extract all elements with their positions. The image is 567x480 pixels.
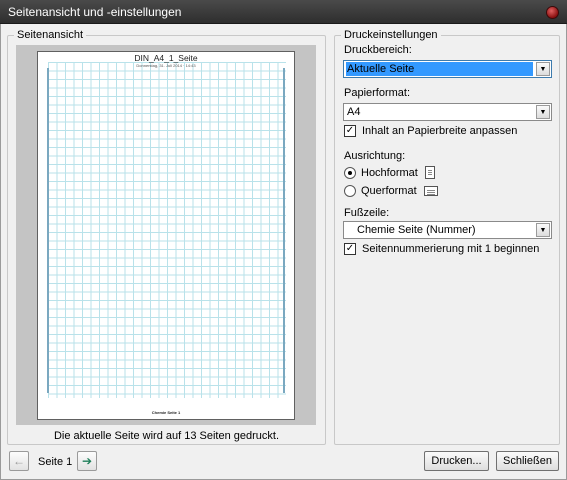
radio-selected-icon[interactable]: [344, 166, 356, 179]
title-bar: Seitenansicht und -einstellungen: [0, 0, 567, 24]
footer-label: Fußzeile:: [344, 207, 390, 219]
fit-width-label: Inhalt an Papierbreite anpassen: [362, 125, 518, 137]
page-footer: Chemie Seite 1: [151, 410, 181, 415]
footer-select[interactable]: Chemie Seite (Nummer) ▼: [343, 221, 552, 239]
close-icon[interactable]: [546, 6, 559, 19]
bottom-bar: ← Seite 1 ➔ Drucken... Schließen: [1, 448, 566, 478]
page-margin-right: [283, 68, 285, 393]
portrait-page-icon: [424, 166, 435, 179]
page-title: DIN_A4_1_Seite: [134, 53, 198, 63]
paper-format-label: Papierformat:: [344, 87, 411, 99]
settings-legend: Druckeinstellungen: [341, 29, 441, 41]
radio-unselected-icon[interactable]: [344, 185, 356, 197]
chevron-down-icon[interactable]: ▼: [536, 105, 550, 119]
page-subtitle: Donnerstag, 31. Juli 2014 · 14:43: [136, 63, 196, 68]
chevron-down-icon[interactable]: ▼: [536, 62, 550, 76]
checkbox-checked-icon[interactable]: ✓: [344, 125, 356, 137]
page-numbering-checkbox[interactable]: ✓ Seitennummerierung mit 1 beginnen: [344, 243, 539, 255]
orientation-label: Ausrichtung:: [344, 150, 406, 162]
print-button[interactable]: Drucken...: [424, 451, 489, 471]
print-range-label: Druckbereich:: [344, 44, 412, 56]
footer-value: Chemie Seite (Nummer): [357, 224, 476, 236]
window-title: Seitenansicht und -einstellungen: [8, 5, 182, 19]
preview-group: Seitenansicht DIN_A4_1_Seite Donnerstag,…: [7, 29, 326, 445]
portrait-label: Hochformat: [361, 166, 418, 179]
previous-page-button[interactable]: ←: [9, 451, 29, 471]
landscape-radio[interactable]: Querformat: [344, 185, 438, 197]
page-preview: DIN_A4_1_Seite Donnerstag, 31. Juli 2014…: [37, 51, 295, 420]
print-range-value: Aktuelle Seite: [346, 62, 533, 76]
arrow-right-icon: ➔: [81, 454, 93, 468]
page-margin-left: [47, 68, 49, 393]
page-numbering-label: Seitennummerierung mit 1 beginnen: [362, 243, 540, 255]
print-range-select[interactable]: Aktuelle Seite ▼: [343, 60, 552, 78]
portrait-radio[interactable]: Hochformat: [344, 166, 435, 179]
close-button[interactable]: Schließen: [496, 451, 559, 471]
page-indicator: Seite 1: [38, 456, 73, 468]
landscape-page-icon: [423, 186, 438, 196]
next-page-button[interactable]: ➔: [77, 451, 97, 471]
preview-caption: Die aktuelle Seite wird auf 13 Seiten ge…: [53, 430, 280, 442]
landscape-label: Querformat: [361, 185, 417, 197]
preview-legend: Seitenansicht: [14, 29, 87, 41]
paper-format-value: A4: [347, 106, 361, 118]
arrow-left-icon: ←: [13, 454, 25, 468]
page-grid: [47, 62, 286, 398]
dialog-body: Seitenansicht DIN_A4_1_Seite Donnerstag,…: [0, 24, 567, 480]
chevron-down-icon[interactable]: ▼: [536, 223, 550, 237]
preview-area: DIN_A4_1_Seite Donnerstag, 31. Juli 2014…: [16, 45, 316, 425]
checkbox-checked-icon[interactable]: ✓: [344, 243, 356, 255]
fit-width-checkbox[interactable]: ✓ Inhalt an Papierbreite anpassen: [344, 125, 517, 137]
settings-group: Druckeinstellungen Druckbereich: Aktuell…: [334, 29, 560, 445]
paper-format-select[interactable]: A4 ▼: [343, 103, 552, 121]
